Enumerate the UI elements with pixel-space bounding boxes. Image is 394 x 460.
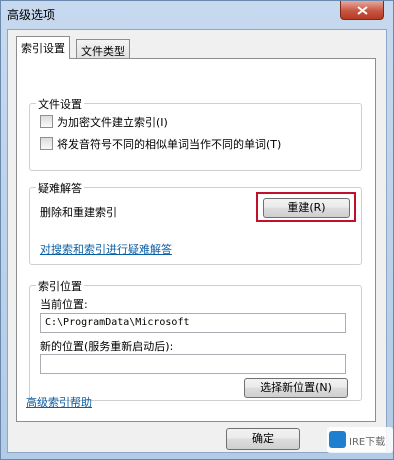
diacritics-option[interactable]: 将发音符号不同的相似单词当作不同的单词(T) bbox=[40, 136, 281, 152]
rebuild-index-text: 删除和重建索引 bbox=[40, 206, 117, 219]
watermark-logo: IRE下载 bbox=[327, 427, 393, 453]
ok-button[interactable]: 确定 bbox=[226, 428, 300, 450]
current-location-label: 当前位置: bbox=[40, 298, 88, 311]
checkbox[interactable] bbox=[40, 137, 53, 150]
title-bar[interactable]: 高级选项 bbox=[1, 1, 393, 29]
checkbox[interactable] bbox=[40, 115, 53, 128]
group-title: 索引位置 bbox=[36, 278, 84, 294]
index-settings-panel: 文件设置 为加密文件建立索引(I) 将发音符号不同的相似单词当作不同的单词(T)… bbox=[16, 58, 376, 422]
troubleshoot-link[interactable]: 对搜索和索引进行疑难解答 bbox=[40, 241, 172, 257]
group-title: 文件设置 bbox=[36, 96, 84, 112]
index-location-group: 索引位置 当前位置: C:\ProgramData\Microsoft 新的位置… bbox=[29, 278, 362, 401]
encrypted-files-option[interactable]: 为加密文件建立索引(I) bbox=[40, 114, 168, 130]
close-button[interactable] bbox=[340, 1, 384, 20]
dialog-client-area: 索引设置 文件类型 文件设置 为加密文件建立索引(I) 将发音符号不同的相似单词… bbox=[7, 29, 387, 453]
option-label: 将发音符号不同的相似单词当作不同的单词(T) bbox=[57, 138, 282, 151]
troubleshooting-group: 疑难解答 删除和重建索引 重建(R) 对搜索和索引进行疑难解答 bbox=[29, 180, 362, 265]
window-title: 高级选项 bbox=[7, 8, 56, 22]
watermark-logo-icon bbox=[329, 431, 346, 448]
group-title: 疑难解答 bbox=[36, 180, 84, 196]
advanced-index-help-link[interactable]: 高级索引帮助 bbox=[26, 394, 92, 410]
select-new-location-button[interactable]: 选择新位置(N) bbox=[244, 378, 348, 398]
current-location-field[interactable]: C:\ProgramData\Microsoft bbox=[40, 313, 346, 333]
close-icon bbox=[357, 6, 368, 15]
option-label: 为加密文件建立索引(I) bbox=[57, 116, 168, 129]
advanced-options-dialog: 高级选项 索引设置 文件类型 文件设置 为加密文件建立索引(I) 将发音符号不同… bbox=[0, 0, 394, 460]
new-location-field[interactable] bbox=[40, 354, 346, 374]
watermark-text: IRE下载 bbox=[349, 437, 386, 448]
tab-index-settings[interactable]: 索引设置 bbox=[16, 36, 70, 59]
new-location-label: 新的位置(服务重新启动后): bbox=[40, 340, 174, 353]
tab-file-types[interactable]: 文件类型 bbox=[76, 39, 130, 59]
file-settings-group: 文件设置 为加密文件建立索引(I) 将发音符号不同的相似单词当作不同的单词(T) bbox=[29, 96, 362, 171]
rebuild-button[interactable]: 重建(R) bbox=[263, 198, 350, 218]
